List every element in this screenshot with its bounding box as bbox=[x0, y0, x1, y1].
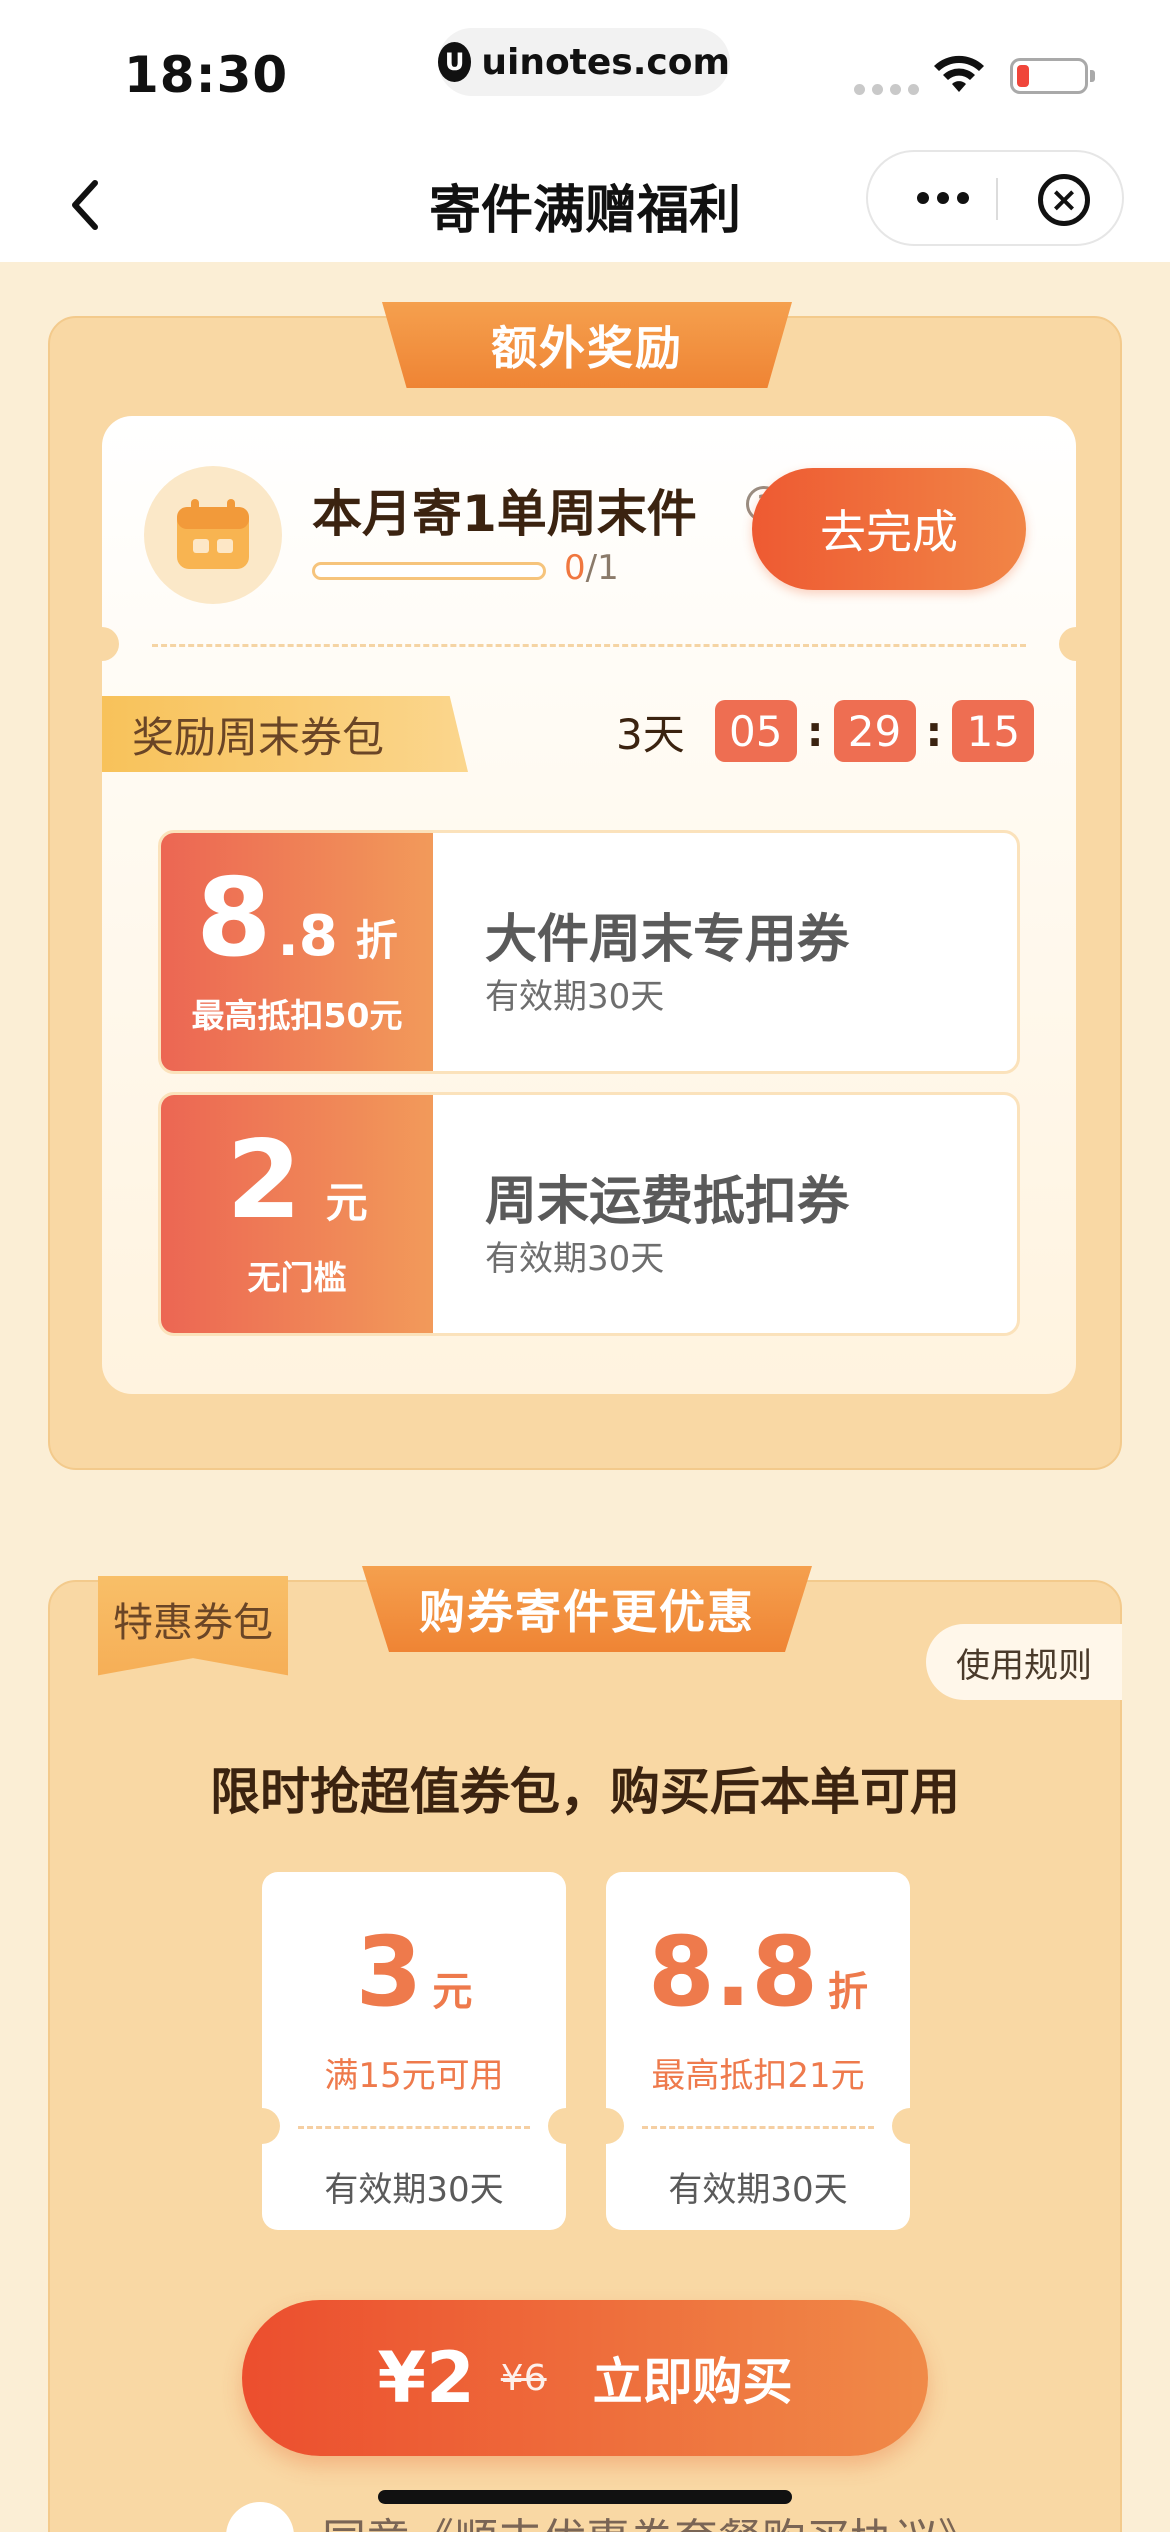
coupon-card: 2元 无门槛 周末运费抵扣券 有效期30天 bbox=[158, 1092, 1020, 1336]
reward-section: 额外奖励 本月寄1单周末件 ? 0/1 去完成 奖励周末券包 3天 05 : 2… bbox=[48, 302, 1122, 1470]
progress-total: /1 bbox=[585, 548, 619, 588]
close-icon[interactable]: × bbox=[1038, 174, 1090, 226]
buy-label: 立即购买 bbox=[592, 2353, 793, 2411]
coupon-condition: 无门槛 bbox=[247, 1258, 347, 1297]
buy-now-button[interactable]: ¥2 ¥6 立即购买 bbox=[242, 2300, 928, 2456]
battery-icon bbox=[1010, 58, 1095, 94]
card-notch-right bbox=[1059, 627, 1093, 661]
url-text: uinotes.com bbox=[481, 41, 730, 83]
wifi-icon bbox=[932, 54, 986, 98]
coupon-name: 大件周末专用券 bbox=[485, 910, 850, 970]
pack-coupon-unit: 折 bbox=[828, 1969, 869, 2015]
pack-coupon-condition: 满15元可用 bbox=[324, 2056, 504, 2096]
coupon-divider bbox=[642, 2126, 874, 2129]
coupon-value-panel: 2元 无门槛 bbox=[161, 1095, 433, 1333]
calendar-icon bbox=[144, 466, 282, 604]
pack-coupon-condition: 最高抵扣21元 bbox=[651, 2056, 865, 2096]
nav-bar: 寄件满赠福利 × bbox=[0, 150, 1170, 262]
coupon-value: 8.8 折 bbox=[161, 865, 433, 973]
special-ribbon-title: 购券寄件更优惠 bbox=[362, 1566, 812, 1652]
countdown-hours: 05 bbox=[714, 700, 797, 762]
pack-coupon-unit: 元 bbox=[432, 1969, 473, 2015]
agreement-text[interactable]: 同意《顺丰优惠券套餐购买协议》 bbox=[322, 2504, 982, 2532]
complete-task-button[interactable]: 去完成 bbox=[752, 468, 1026, 590]
pack-coupon-value: 8.8 折 bbox=[606, 1924, 910, 2020]
weekend-pack-tag: 奖励周末券包 bbox=[102, 696, 468, 772]
countdown-separator: : bbox=[925, 706, 943, 756]
status-time: 18:30 bbox=[124, 46, 289, 104]
coupon-notch bbox=[892, 2108, 928, 2144]
pack-coupon-validity: 有效期30天 bbox=[324, 2170, 504, 2210]
capsule-divider bbox=[996, 178, 998, 220]
countdown-seconds: 15 bbox=[952, 700, 1035, 762]
agreement-checkbox[interactable] bbox=[226, 2502, 294, 2532]
pack-coupon-validity: 有效期30天 bbox=[668, 2170, 848, 2210]
special-pack-badge: 特惠券包 bbox=[98, 1576, 288, 1676]
coupon-name: 周末运费抵扣券 bbox=[485, 1172, 850, 1232]
special-headline: 限时抢超值券包，购买后本单可用 bbox=[210, 1763, 960, 1821]
pack-coupon-card: 3 元 满15元可用 有效期30天 bbox=[244, 1872, 584, 2230]
coupon-notch bbox=[548, 2108, 584, 2144]
coupon-divider bbox=[298, 2126, 530, 2129]
countdown-timer: 3天 05 : 29 : 15 bbox=[616, 700, 1035, 762]
url-pill[interactable]: U uinotes.com bbox=[438, 28, 730, 96]
pack-coupon-amount: 3 bbox=[355, 1916, 423, 2028]
progress-current: 0 bbox=[564, 548, 586, 588]
coupon-card: 8.8 折 最高抵扣50元 大件周末专用券 有效期30天 bbox=[158, 830, 1020, 1074]
reward-ribbon-title: 额外奖励 bbox=[382, 302, 792, 388]
special-pack-section: 特惠券包 购券寄件更优惠 使用规则 限时抢超值券包，购买后本单可用 3 元 满1… bbox=[48, 1566, 1122, 2532]
countdown-days: 3天 bbox=[616, 709, 685, 759]
reward-card: 本月寄1单周末件 ? 0/1 去完成 奖励周末券包 3天 05 : 29 : 1… bbox=[85, 416, 1093, 1394]
coupon-validity: 有效期30天 bbox=[485, 1239, 665, 1279]
task-progress-text: 0/1 bbox=[564, 548, 619, 588]
buy-price: ¥2 bbox=[377, 2337, 475, 2419]
task-title: 本月寄1单周末件 bbox=[312, 485, 697, 543]
mini-program-capsule: × bbox=[866, 150, 1124, 246]
coupon-validity: 有效期30天 bbox=[485, 977, 665, 1017]
coupon-notch bbox=[244, 2108, 280, 2144]
more-icon[interactable] bbox=[898, 152, 988, 244]
buy-original-price: ¥6 bbox=[500, 2357, 547, 2399]
pack-coupon-card: 8.8 折 最高抵扣21元 有效期30天 bbox=[588, 1872, 928, 2230]
usage-rules-button[interactable]: 使用规则 bbox=[926, 1624, 1122, 1700]
coupon-value-dec: .8 bbox=[277, 904, 338, 969]
coupon-value-panel: 8.8 折 最高抵扣50元 bbox=[161, 833, 433, 1071]
coupon-unit: 折 bbox=[355, 916, 398, 965]
coupon-notch bbox=[588, 2108, 624, 2144]
status-bar: 18:30 U uinotes.com bbox=[0, 0, 1170, 150]
countdown-minutes: 29 bbox=[833, 700, 916, 762]
home-indicator bbox=[378, 2490, 792, 2504]
coupon-condition: 最高抵扣50元 bbox=[191, 996, 403, 1035]
countdown-separator: : bbox=[806, 706, 824, 756]
coupon-value: 2元 bbox=[161, 1127, 433, 1235]
pack-coupon-amount: 8.8 bbox=[647, 1916, 819, 2028]
divider bbox=[152, 644, 1026, 647]
agreement-row: 同意《顺丰优惠券套餐购买协议》 bbox=[226, 2502, 982, 2532]
coupon-value-int: 2 bbox=[226, 1118, 302, 1243]
signal-icon bbox=[854, 84, 919, 95]
coupon-value-int: 8 bbox=[196, 856, 272, 981]
site-logo-icon: U bbox=[438, 42, 472, 82]
card-notch-left bbox=[85, 627, 119, 661]
pack-coupon-value: 3 元 bbox=[262, 1924, 566, 2020]
task-progress-bar bbox=[312, 562, 546, 580]
coupon-unit: 元 bbox=[325, 1178, 368, 1227]
